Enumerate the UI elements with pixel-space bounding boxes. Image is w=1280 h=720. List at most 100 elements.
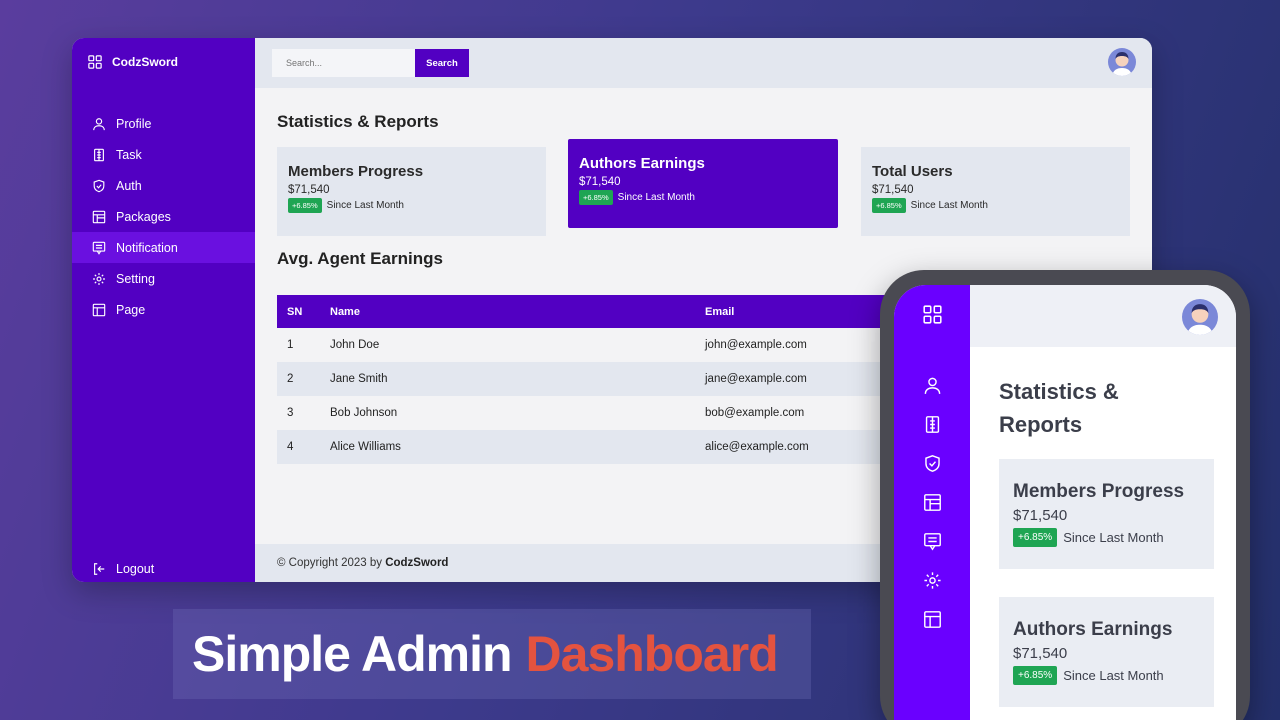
change-badge: +6.85%: [1013, 666, 1058, 685]
card-value: $71,540: [288, 184, 330, 196]
page-icon[interactable]: [923, 610, 942, 629]
card-total-users[interactable]: Total Users $71,540 +6.85% Since Last Mo…: [861, 147, 1130, 236]
card-change: +6.85% Since Last Month: [1013, 528, 1200, 547]
cell-name: Bob Johnson: [330, 407, 398, 419]
copyright-brand: CodzSword: [385, 557, 449, 569]
sidebar-item-task[interactable]: Task: [72, 139, 255, 170]
sidebar-item-packages[interactable]: Packages: [72, 201, 255, 232]
avatar[interactable]: [1108, 48, 1136, 76]
change-badge: +6.85%: [1013, 528, 1058, 547]
card-change: +6.85% Since Last Month: [1013, 666, 1200, 685]
phone-card-authors-earnings[interactable]: Authors Earnings $71,540 +6.85% Since La…: [999, 597, 1214, 707]
phone-mockup: Statistics & Reports Members Progress $7…: [880, 270, 1250, 720]
phone-topbar: [970, 285, 1236, 347]
stat-cards: Members Progress $71,540 +6.85% Since La…: [277, 139, 1130, 239]
cell-sn: 2: [287, 373, 294, 385]
sidebar-item-label: Page: [116, 302, 146, 317]
sidebar-item-label: Setting: [116, 271, 155, 286]
earnings-title: Avg. Agent Earnings: [277, 249, 443, 268]
card-value: $71,540: [1013, 507, 1068, 524]
notification-icon[interactable]: [923, 532, 942, 551]
notification-icon: [92, 241, 106, 255]
packages-icon[interactable]: [923, 493, 942, 512]
sidebar-item-label: Auth: [116, 178, 142, 193]
table-row[interactable]: 1 John Doe john@example.com: [277, 328, 917, 362]
card-members-progress[interactable]: Members Progress $71,540 +6.85% Since La…: [277, 147, 546, 236]
change-badge: +6.85%: [579, 190, 613, 205]
cell-sn: 4: [287, 441, 294, 453]
cell-name: Jane Smith: [330, 373, 388, 385]
card-value: $71,540: [579, 176, 621, 188]
gear-icon: [92, 272, 106, 286]
table-row[interactable]: 4 Alice Williams alice@example.com: [277, 430, 917, 464]
change-note: Since Last Month: [1063, 530, 1164, 545]
shield-icon[interactable]: [923, 454, 942, 473]
sidebar-item-label: Packages: [116, 209, 171, 224]
sidebar-item-notification[interactable]: Notification: [72, 232, 255, 263]
search-input[interactable]: [272, 49, 415, 77]
sidebar-nav: Profile Task Auth Packages Notification …: [72, 108, 255, 325]
logout-button[interactable]: Logout: [92, 562, 154, 576]
phone-page-title: Statistics & Reports: [999, 379, 1119, 437]
packages-icon: [92, 210, 106, 224]
logout-label: Logout: [116, 562, 155, 576]
gear-icon[interactable]: [923, 571, 942, 590]
shield-icon: [92, 179, 106, 193]
logout-icon: [92, 562, 106, 576]
sidebar-item-label: Task: [116, 147, 142, 162]
cell-name: Alice Williams: [330, 441, 401, 453]
table-row[interactable]: 2 Jane Smith jane@example.com: [277, 362, 917, 396]
phone-avatar[interactable]: [1182, 299, 1218, 335]
sidebar-item-auth[interactable]: Auth: [72, 170, 255, 201]
grid-icon[interactable]: [922, 305, 942, 324]
column-header[interactable]: SN: [277, 306, 330, 318]
card-value: $71,540: [1013, 645, 1068, 662]
search-button[interactable]: Search: [415, 49, 469, 77]
agents-table: SN Name Email 1 John Doe john@example.co…: [277, 295, 917, 464]
change-note: Since Last Month: [1063, 668, 1164, 683]
column-header[interactable]: Name: [330, 306, 705, 318]
sidebar-item-page[interactable]: Page: [72, 294, 255, 325]
brand-name: CodzSword: [112, 55, 178, 69]
table-header: SN Name Email: [277, 295, 917, 328]
page-icon: [92, 303, 106, 317]
sidebar-item-setting[interactable]: Setting: [72, 263, 255, 294]
topbar: Search: [255, 38, 1152, 88]
sidebar-item-label: Notification: [116, 240, 178, 255]
phone-card-members-progress[interactable]: Members Progress $71,540 +6.85% Since La…: [999, 459, 1214, 569]
card-title: Authors Earnings: [579, 155, 705, 172]
brand[interactable]: CodzSword: [72, 38, 255, 86]
banner-accent: Dashboard: [525, 626, 779, 682]
copyright-text: © Copyright 2023 by: [277, 557, 386, 569]
user-icon: [92, 117, 106, 131]
card-title: Authors Earnings: [1013, 619, 1173, 640]
card-title: Total Users: [872, 163, 953, 180]
card-title: Members Progress: [288, 163, 424, 180]
banner-title: Simple Admin: [192, 626, 513, 682]
task-icon: [92, 148, 106, 162]
change-badge: +6.85%: [288, 198, 322, 213]
title-banner: Simple Admin Dashboard: [173, 609, 811, 699]
card-change: +6.85% Since Last Month: [579, 190, 827, 205]
cell-sn: 1: [287, 339, 294, 351]
phone-screen: Statistics & Reports Members Progress $7…: [894, 285, 1236, 720]
change-note: Since Last Month: [326, 200, 404, 211]
phone-sidebar: [894, 285, 970, 720]
grid-icon: [88, 55, 102, 69]
card-value: $71,540: [872, 184, 914, 196]
stats-title: Statistics & Reports: [277, 112, 439, 131]
change-badge: +6.85%: [872, 198, 906, 213]
task-icon[interactable]: [923, 415, 942, 434]
sidebar-item-profile[interactable]: Profile: [72, 108, 255, 139]
table-row[interactable]: 3 Bob Johnson bob@example.com: [277, 396, 917, 430]
sidebar-item-label: Profile: [116, 116, 152, 131]
card-change: +6.85% Since Last Month: [872, 198, 1119, 213]
cell-name: John Doe: [330, 339, 380, 351]
cell-sn: 3: [287, 407, 294, 419]
phone-main: Statistics & Reports Members Progress $7…: [970, 285, 1236, 720]
change-note: Since Last Month: [617, 192, 695, 203]
user-icon[interactable]: [923, 376, 942, 395]
sidebar: CodzSword Profile Task Auth Packages Not…: [72, 38, 255, 582]
card-authors-earnings[interactable]: Authors Earnings $71,540 +6.85% Since La…: [568, 139, 838, 228]
card-change: +6.85% Since Last Month: [288, 198, 535, 213]
